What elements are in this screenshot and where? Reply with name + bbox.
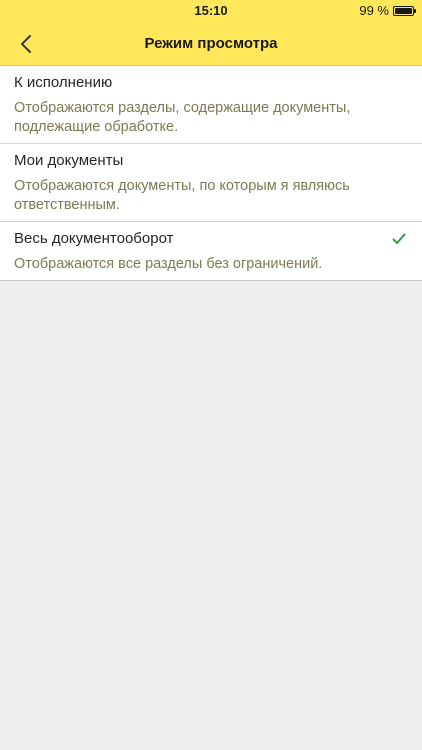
page-title: Режим просмотра <box>144 35 278 52</box>
status-bar: 15:10 99 % <box>0 0 422 22</box>
option-description: Отображаются все разделы без ограничений… <box>14 256 323 272</box>
option-title: Весь документооборот <box>14 230 174 247</box>
battery-icon <box>393 5 416 16</box>
option-description: Отображаются разделы, содержащие докумен… <box>14 100 351 135</box>
battery-percent: 99 % <box>359 3 389 18</box>
nav-bar: Режим просмотра <box>0 22 422 66</box>
option-all-documents[interactable]: Весь документооборот Отображаются все ра… <box>0 221 422 280</box>
option-to-execute[interactable]: К исполнению Отображаются разделы, содер… <box>0 66 422 143</box>
option-title: Мои документы <box>14 152 124 169</box>
option-title: К исполнению <box>14 74 113 91</box>
screen: 15:10 99 % Режим просмотра К исполнению … <box>0 0 422 750</box>
option-description: Отображаются документы, по которым я явл… <box>14 178 350 213</box>
checkmark-icon <box>392 233 406 244</box>
battery-fill <box>395 7 412 14</box>
view-mode-list: К исполнению Отображаются разделы, содер… <box>0 66 422 281</box>
option-my-documents[interactable]: Мои документы Отображаются документы, по… <box>0 143 422 221</box>
battery-status: 99 % <box>359 3 416 18</box>
